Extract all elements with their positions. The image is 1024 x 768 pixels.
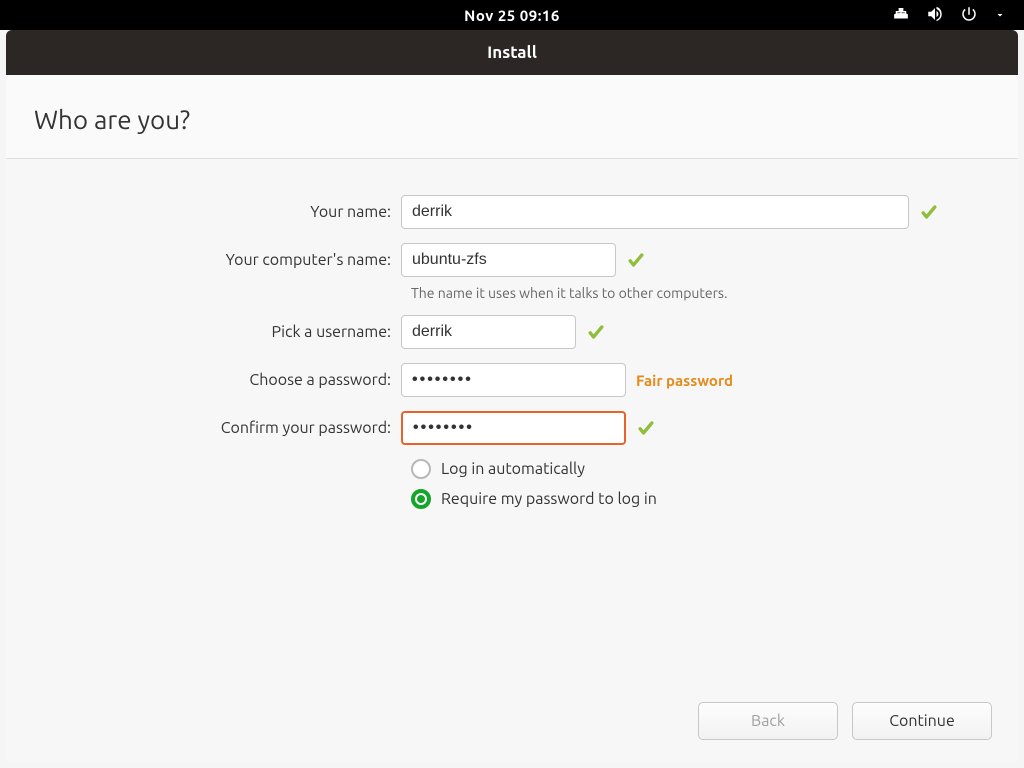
clock[interactable]: Nov 25 09:16 [464, 7, 560, 24]
username-label: Pick a username: [6, 323, 401, 341]
radio-auto-label: Log in automatically [441, 460, 585, 478]
checkmark-icon [636, 418, 656, 438]
name-input[interactable] [401, 195, 909, 229]
radio-auto-login[interactable]: Log in automatically [411, 459, 1018, 479]
radio-icon [411, 489, 431, 509]
name-label: Your name: [6, 203, 401, 221]
password-input[interactable] [401, 363, 626, 397]
username-input[interactable] [401, 315, 576, 349]
row-password: Choose a password: Fair password [6, 363, 1018, 397]
confirm-input[interactable] [401, 411, 626, 445]
checkmark-icon [626, 250, 646, 270]
back-button[interactable]: Back [698, 702, 838, 740]
row-computer: Your computer's name: [6, 243, 1018, 277]
computer-input[interactable] [401, 243, 616, 277]
window-title: Install [487, 43, 537, 62]
footer-buttons: Back Continue [698, 702, 992, 740]
confirm-label: Confirm your password: [6, 419, 401, 437]
checkmark-icon [586, 322, 606, 342]
row-name: Your name: [6, 195, 1018, 229]
system-indicators [892, 5, 1006, 26]
user-form: Your name: Your computer's name: The nam… [6, 159, 1018, 509]
radio-require-password[interactable]: Require my password to log in [411, 489, 1018, 509]
password-strength: Fair password [636, 372, 733, 389]
password-label: Choose a password: [6, 371, 401, 389]
system-topbar: Nov 25 09:16 [0, 0, 1024, 30]
row-username: Pick a username: [6, 315, 1018, 349]
network-icon[interactable] [892, 5, 910, 26]
installer-page: Who are you? Your name: Your computer's … [6, 75, 1018, 762]
computer-hint: The name it uses when it talks to other … [411, 285, 1018, 301]
radio-icon [411, 459, 431, 479]
continue-button[interactable]: Continue [852, 702, 992, 740]
checkmark-icon [919, 202, 939, 222]
radio-require-label: Require my password to log in [441, 490, 657, 508]
row-confirm: Confirm your password: [6, 411, 1018, 445]
computer-label: Your computer's name: [6, 251, 401, 269]
power-icon[interactable] [960, 5, 978, 26]
page-header: Who are you? [6, 75, 1018, 159]
window-titlebar: Install [6, 30, 1018, 75]
chevron-down-icon[interactable] [994, 7, 1006, 24]
page-title: Who are you? [34, 105, 1018, 134]
volume-icon[interactable] [926, 5, 944, 26]
